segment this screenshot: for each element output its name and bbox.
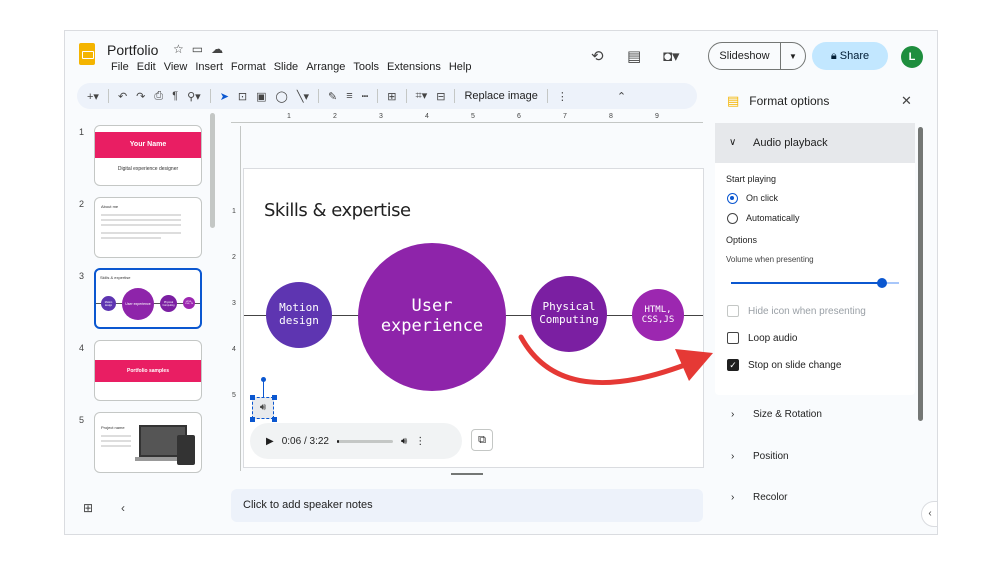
annotation-arrow bbox=[518, 334, 713, 386]
slides-app-window: Portfolio ☆ ▭ ☁ File Edit View Insert Fo… bbox=[64, 30, 938, 535]
annotation-arrow-curve bbox=[518, 334, 698, 386]
